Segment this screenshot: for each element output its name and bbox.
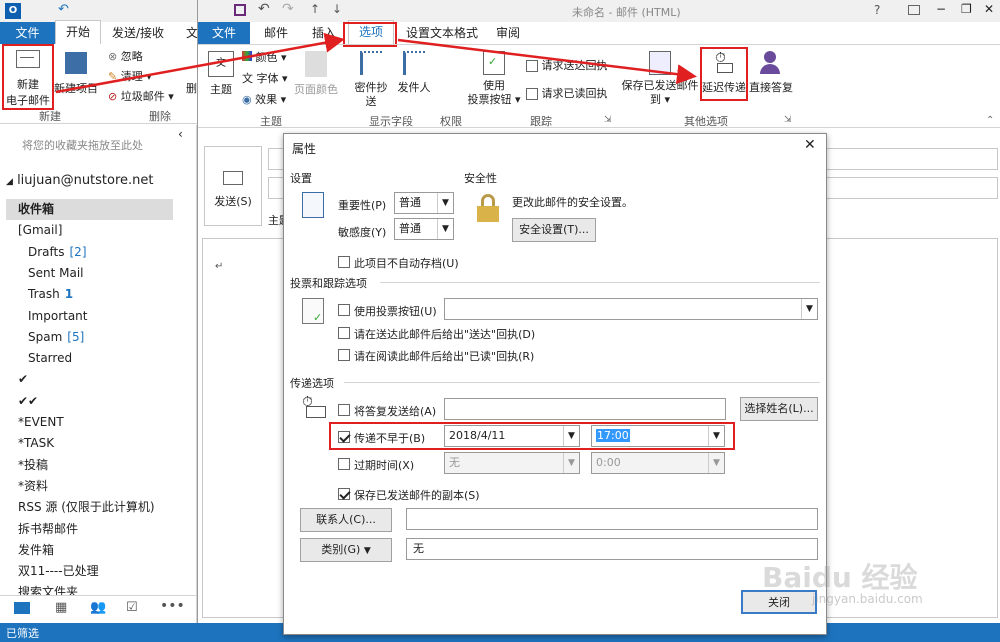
highlight-no-earlier-row: [329, 422, 735, 450]
importance-value: 普通: [399, 196, 421, 209]
select-names-button[interactable]: 选择姓名(L)...: [740, 397, 818, 421]
properties-dialog: 属性 ✕ 设置 重要性(P) 普通 ▼ 敏感度(Y) 普通 ▼ 此项目不自动存档(U…: [283, 133, 827, 635]
sensitivity-select[interactable]: 普通 ▼: [394, 218, 454, 240]
read-receipt-label: 请在阅读此邮件后给出"已读"回执(R): [354, 350, 535, 363]
expires-label: 过期时间(X): [354, 459, 415, 472]
read-receipt-checkbox[interactable]: [338, 349, 350, 361]
importance-select[interactable]: 普通 ▼: [394, 192, 454, 214]
save-copy-label: 保存已发送邮件的副本(S): [354, 489, 480, 502]
delivery-section-header: 传递选项: [290, 377, 334, 390]
contacts-input[interactable]: [406, 508, 818, 530]
voting-separator: [380, 282, 820, 283]
reply-to-checkbox[interactable]: [338, 404, 350, 416]
voting-section-header: 投票和跟踪选项: [290, 277, 367, 290]
settings-header: 设置: [290, 172, 312, 185]
dialog-close-icon[interactable]: ✕: [804, 137, 816, 153]
chevron-down-icon: ▼: [708, 453, 724, 473]
baidu-watermark-url: jingyan.baidu.com: [812, 592, 923, 606]
expires-date-value: 无: [449, 456, 460, 469]
arrow-to-options: [55, 32, 345, 94]
lock-icon: [476, 194, 500, 224]
security-settings-button[interactable]: 安全设置(T)...: [512, 218, 596, 242]
expires-time-value: 0:00: [596, 456, 621, 469]
settings-icon: [302, 192, 324, 218]
chevron-down-icon: ▼: [437, 193, 453, 213]
chevron-down-icon: ▼: [437, 219, 453, 239]
categories-input[interactable]: 无: [406, 538, 818, 560]
expires-checkbox[interactable]: [338, 458, 350, 470]
categories-button[interactable]: 类别(G) ▼: [300, 538, 392, 562]
reply-to-input[interactable]: [444, 398, 726, 420]
chevron-down-icon: ▼: [363, 546, 371, 556]
arrow-to-delay: [397, 38, 697, 85]
sensitivity-label: 敏感度(Y): [338, 226, 387, 239]
no-autoarchive-checkbox[interactable]: [338, 256, 350, 268]
security-settings-label: 安全设置(T)...: [519, 223, 589, 236]
security-text: 更改此邮件的安全设置。: [512, 196, 633, 209]
expires-time-select[interactable]: 0:00 ▼: [591, 452, 725, 474]
voting-icon-large: ✓: [302, 298, 324, 324]
close-label: 关闭: [768, 596, 790, 609]
security-header: 安全性: [464, 172, 497, 185]
no-autoarchive-label: 此项目不自动存档(U): [354, 257, 459, 270]
categories-label: 类别(G): [321, 543, 361, 556]
save-copy-checkbox[interactable]: [338, 488, 350, 500]
importance-label: 重要性(P): [338, 199, 387, 212]
contacts-button[interactable]: 联系人(C)...: [300, 508, 392, 532]
delivery-receipt-checkbox[interactable]: [338, 327, 350, 339]
use-voting-label: 使用投票按钮(U): [354, 305, 437, 318]
chevron-down-icon: ▼: [801, 299, 817, 319]
baidu-watermark: Baidu 经验: [762, 561, 918, 594]
expires-date-select[interactable]: 无 ▼: [444, 452, 580, 474]
voting-choices-select[interactable]: ▼: [444, 298, 818, 320]
categories-value: 无: [413, 542, 424, 555]
delivery-separator: [344, 382, 820, 383]
delivery-icon-large: ⏱: [300, 394, 328, 422]
use-voting-checkbox[interactable]: [338, 304, 350, 316]
chevron-down-icon: ▼: [563, 453, 579, 473]
reply-to-label: 将答复发送给(A): [354, 405, 437, 418]
contacts-label: 联系人(C)...: [316, 513, 376, 526]
select-names-label: 选择姓名(L)...: [744, 402, 814, 415]
sensitivity-value: 普通: [399, 222, 421, 235]
dialog-title: 属性: [292, 142, 317, 156]
delivery-receipt-label: 请在送达此邮件后给出"送达"回执(D): [354, 328, 536, 341]
